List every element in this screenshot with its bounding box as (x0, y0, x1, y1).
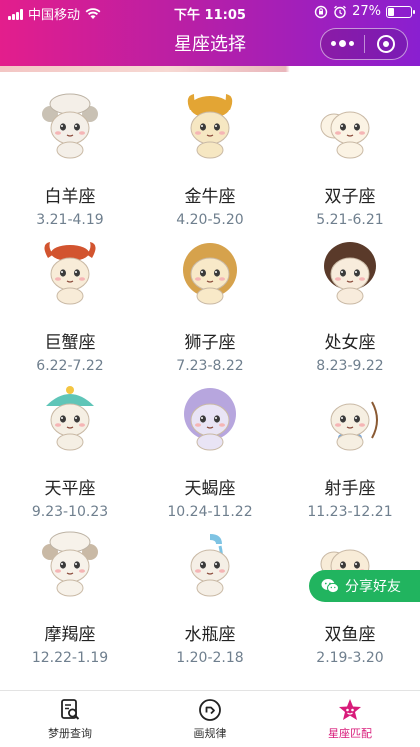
zodiac-name: 天蝎座 (184, 479, 236, 499)
zodiac-date: 12.22-1.19 (31, 650, 109, 666)
zodiac-item[interactable]: 金牛座 4.20-5.20 (140, 90, 280, 235)
more-dots-icon (330, 40, 354, 47)
target-close-icon (376, 35, 395, 53)
zodiac-name: 射手座 (324, 479, 376, 499)
zodiac-item[interactable]: 摩羯座 12.22-1.19 (0, 528, 140, 673)
leo-cartoon-icon (183, 243, 237, 305)
mini-program-capsule (320, 28, 408, 60)
zodiac-name: 摩羯座 (44, 625, 96, 645)
zodiac-date: 3.21-4.19 (36, 212, 104, 228)
status-right: 27% (314, 4, 415, 19)
capricorn-cartoon-icon (42, 531, 98, 597)
status-bar: 中国移动 下午 11:05 27% (0, 0, 420, 24)
alarm-icon (334, 5, 347, 18)
zodiac-date: 5.21-6.21 (316, 212, 384, 228)
zodiac-item[interactable]: 白羊座 3.21-4.19 (0, 90, 140, 235)
banner-strip (0, 66, 420, 72)
zodiac-name: 天平座 (44, 479, 96, 499)
zodiac-date: 11.23-12.21 (307, 504, 393, 520)
zodiac-date: 9.23-10.23 (31, 504, 109, 520)
taurus-cartoon-icon (187, 94, 233, 159)
zodiac-date: 1.20-2.18 (176, 650, 244, 666)
aquarius-cartoon-icon (190, 534, 230, 597)
share-friends-button[interactable]: 分享好友 (309, 570, 420, 602)
zodiac-name: 水瓶座 (184, 625, 236, 645)
zodiac-item[interactable]: 天平座 9.23-10.23 (0, 382, 140, 527)
gemini-cartoon-icon (320, 111, 370, 159)
virgo-cartoon-icon (324, 242, 376, 305)
tab-label: 星座匹配 (328, 727, 372, 740)
star-match-icon (339, 699, 361, 720)
zodiac-name: 处女座 (324, 333, 376, 353)
tab-bar: 梦册查询 画规律 星座匹配 (0, 690, 420, 747)
zodiac-item[interactable]: 处女座 8.23-9.22 (280, 236, 420, 381)
zodiac-date: 7.23-8.22 (176, 358, 244, 374)
tab-label: 画规律 (193, 727, 227, 740)
zodiac-item[interactable]: 天蝎座 10.24-11.22 (140, 382, 280, 527)
zodiac-item[interactable]: 射手座 11.23-12.21 (280, 382, 420, 527)
tab-label: 梦册查询 (48, 727, 92, 740)
zodiac-name: 白羊座 (44, 187, 96, 207)
dream-search-icon (61, 699, 80, 720)
zodiac-name: 狮子座 (184, 333, 236, 353)
pattern-arrow-icon (199, 699, 221, 721)
header: 中国移动 下午 11:05 27% 星座选择 (0, 0, 420, 66)
zodiac-date: 6.22-7.22 (36, 358, 104, 374)
zodiac-item[interactable]: 水瓶座 1.20-2.18 (140, 528, 280, 673)
zodiac-date: 2.19-3.20 (316, 650, 384, 666)
share-label: 分享好友 (345, 579, 401, 595)
tab-pattern[interactable]: 画规律 (140, 691, 280, 747)
wechat-icon (321, 579, 339, 594)
zodiac-name: 双鱼座 (324, 625, 376, 645)
libra-cartoon-icon (46, 386, 94, 451)
close-mini-program-button[interactable] (365, 29, 408, 59)
zodiac-item[interactable]: 狮子座 7.23-8.22 (140, 236, 280, 381)
zodiac-name: 金牛座 (184, 187, 236, 207)
zodiac-date: 10.24-11.22 (167, 504, 253, 520)
zodiac-name: 双子座 (324, 187, 376, 207)
sagittarius-cartoon-icon (330, 401, 378, 451)
zodiac-item[interactable]: 双子座 5.21-6.21 (280, 90, 420, 235)
more-menu-button[interactable] (321, 29, 364, 59)
zodiac-date: 4.20-5.20 (176, 212, 244, 228)
rotation-lock-icon (314, 5, 328, 18)
battery-percent: 27% (352, 4, 381, 19)
battery-icon (386, 5, 415, 18)
tab-dream-search[interactable]: 梦册查询 (0, 691, 140, 747)
scorpio-cartoon-icon (184, 388, 236, 451)
aries-cartoon-icon (42, 93, 98, 159)
cancer-cartoon-icon (44, 242, 96, 305)
zodiac-date: 8.23-9.22 (316, 358, 384, 374)
zodiac-name: 巨蟹座 (44, 333, 96, 353)
zodiac-item[interactable]: 巨蟹座 6.22-7.22 (0, 236, 140, 381)
tab-star-match[interactable]: 星座匹配 (280, 691, 420, 747)
